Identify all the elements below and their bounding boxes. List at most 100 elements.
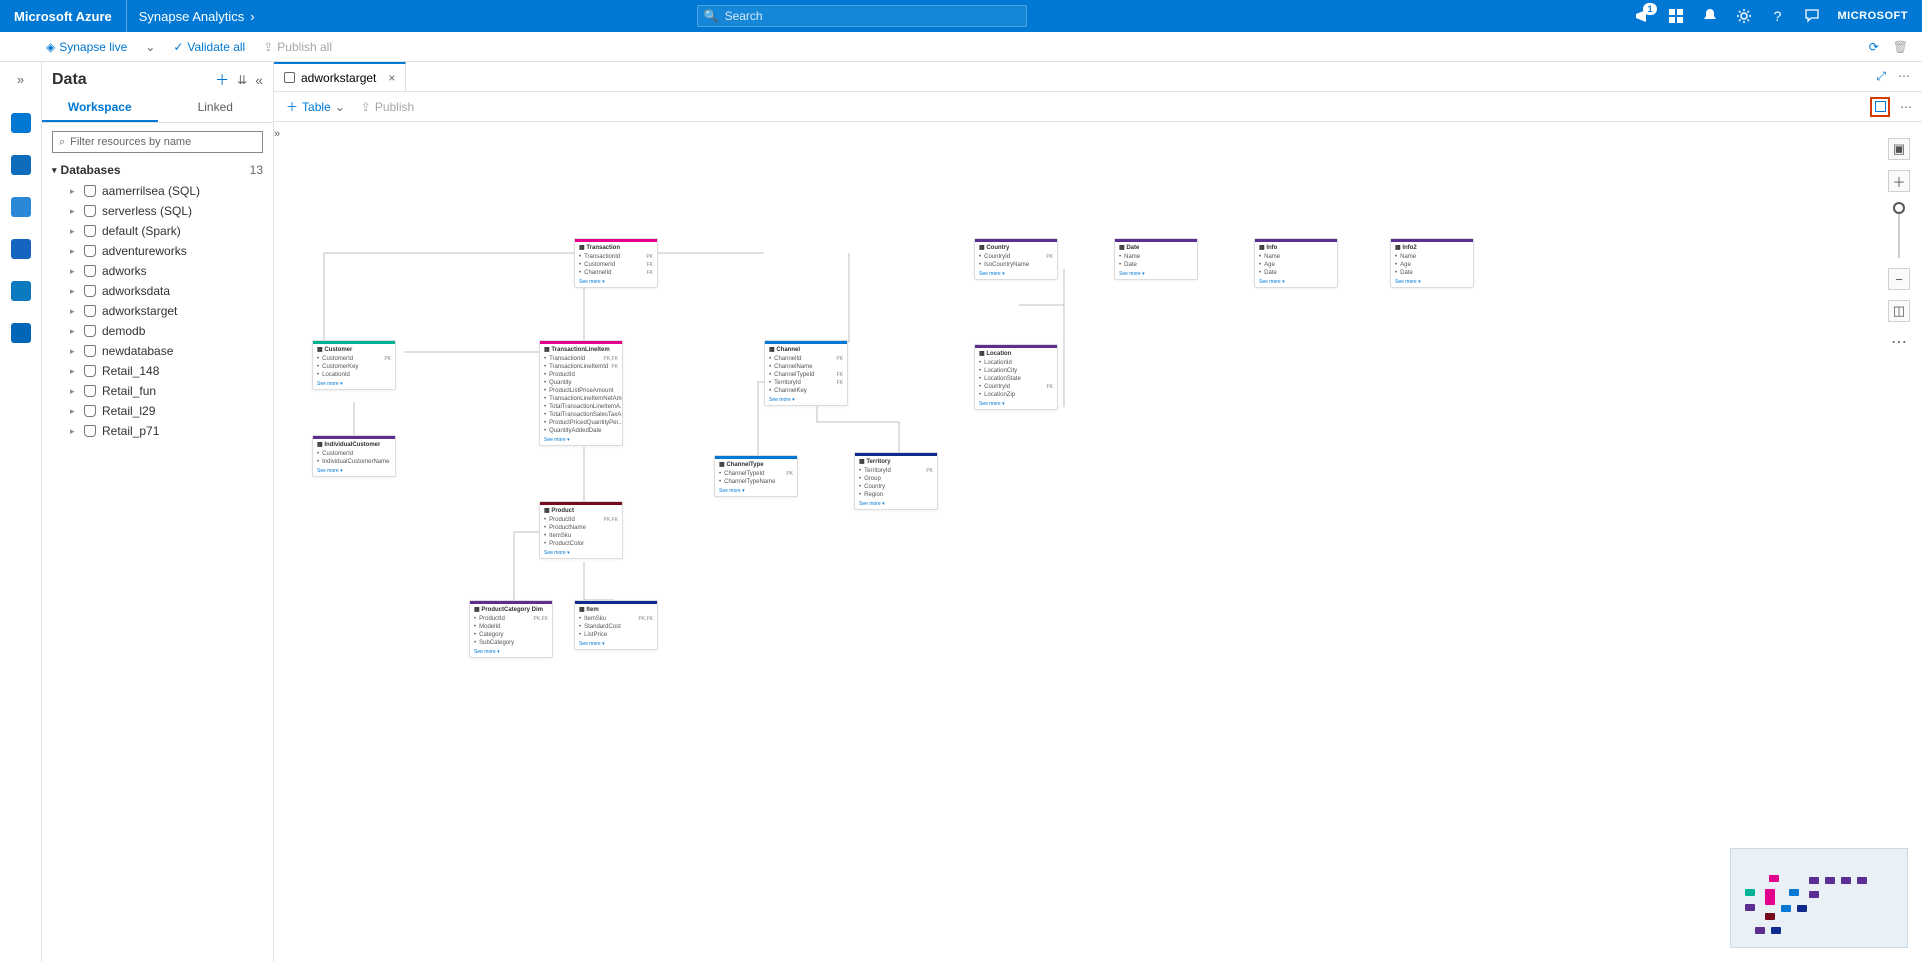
entity-card-txli[interactable]: ▦ TransactionLineItem•TransactionIdPK,FK… xyxy=(539,340,623,446)
entity-see-more[interactable]: See more ▾ xyxy=(1115,269,1197,279)
entity-see-more[interactable]: See more ▾ xyxy=(313,379,395,389)
add-table-button[interactable]: ＋ Table ⌄ xyxy=(286,98,345,115)
entity-see-more[interactable]: See more ▾ xyxy=(975,399,1057,409)
home-icon[interactable] xyxy=(11,113,31,133)
entity-card-transaction[interactable]: ▦ Transaction•TransactionIdPK•CustomerId… xyxy=(574,238,658,288)
layout-icon[interactable]: ◫ xyxy=(1888,300,1910,322)
brand-label[interactable]: Microsoft Azure xyxy=(0,0,127,32)
close-tab-icon[interactable]: × xyxy=(388,71,395,85)
manage-icon[interactable] xyxy=(11,323,31,343)
connection-mode[interactable]: ◈ Synapse live xyxy=(46,40,127,54)
collapse-all-icon[interactable]: ⇊ xyxy=(237,73,247,87)
publish-designer-button[interactable]: ⇪ Publish xyxy=(361,100,414,114)
er-diagram-canvas[interactable]: » ▣ ＋ − ◫ xyxy=(274,122,1922,962)
integrate-icon[interactable] xyxy=(11,239,31,259)
zoom-out-icon[interactable]: − xyxy=(1888,268,1910,290)
database-node[interactable]: ▸Retail_148 xyxy=(42,361,273,381)
feedback-icon[interactable] xyxy=(1804,8,1820,24)
zoom-slider[interactable] xyxy=(1898,202,1900,258)
data-hub-icon[interactable] xyxy=(11,155,31,175)
section-label: Databases xyxy=(61,163,121,177)
database-label: serverless (SQL) xyxy=(102,204,192,218)
database-node[interactable]: ▸adventureworks xyxy=(42,241,273,261)
azure-top-bar: Microsoft Azure Synapse Analytics › 🔍 Se… xyxy=(0,0,1922,32)
zoom-thumb[interactable] xyxy=(1893,202,1905,214)
database-node[interactable]: ▸Retail_fun xyxy=(42,381,273,401)
database-node[interactable]: ▸adworksdata xyxy=(42,281,273,301)
tab-more-icon[interactable]: ⋯ xyxy=(1898,69,1910,84)
collapse-panel-icon[interactable]: « xyxy=(255,72,263,88)
database-node[interactable]: ▸default (Spark) xyxy=(42,221,273,241)
discard-icon[interactable]: 🗑 xyxy=(1893,40,1908,54)
entity-card-item[interactable]: ▦ Item•ItemSkuPK,FK•StandardCost•ListPri… xyxy=(574,600,658,650)
entity-title: ▦ TransactionLineItem xyxy=(540,344,622,355)
help-icon[interactable]: ? xyxy=(1770,8,1786,24)
develop-icon[interactable] xyxy=(11,197,31,217)
deployments-icon[interactable] xyxy=(1668,8,1684,24)
database-node[interactable]: ▸adworks xyxy=(42,261,273,281)
entity-see-more[interactable]: See more ▾ xyxy=(975,269,1057,279)
refresh-icon[interactable]: ⟳ xyxy=(1869,40,1879,54)
entity-see-more[interactable]: See more ▾ xyxy=(715,486,797,496)
entity-see-more[interactable]: See more ▾ xyxy=(765,395,847,405)
monitor-icon[interactable] xyxy=(11,281,31,301)
entity-card-info[interactable]: ▦ Info•Name•Age•DateSee more ▾ xyxy=(1254,238,1338,288)
entity-card-channel[interactable]: ▦ Channel•ChannelIdPK•ChannelName•Channe… xyxy=(764,340,848,406)
database-node[interactable]: ▸demodb xyxy=(42,321,273,341)
database-node[interactable]: ▸adworkstarget xyxy=(42,301,273,321)
settings-icon[interactable] xyxy=(1736,8,1752,24)
entity-card-product[interactable]: ▦ Product•ProductIdPK,FK•ProductName•Ite… xyxy=(539,501,623,559)
entity-see-more[interactable]: See more ▾ xyxy=(313,466,395,476)
fit-view-icon[interactable]: ▣ xyxy=(1888,138,1910,160)
entity-see-more[interactable]: See more ▾ xyxy=(540,548,622,558)
database-node[interactable]: ▸newdatabase xyxy=(42,341,273,361)
announcements-icon[interactable]: 1 xyxy=(1634,8,1650,24)
view-script-button[interactable] xyxy=(1870,97,1890,117)
entity-card-indcust[interactable]: ▦ IndividualCustomer•CustomerId•Individu… xyxy=(312,435,396,477)
tab-workspace[interactable]: Workspace xyxy=(42,94,158,122)
entity-card-location[interactable]: ▦ Location•LocationId•LocationCity•Locat… xyxy=(974,344,1058,410)
database-node[interactable]: ▸aamerrilsea (SQL) xyxy=(42,181,273,201)
filter-input[interactable]: ⌕ Filter resources by name xyxy=(52,131,263,153)
entity-card-info2[interactable]: ▦ Info2•Name•Age•DateSee more ▾ xyxy=(1390,238,1474,288)
expand-rail-icon[interactable]: » xyxy=(17,72,24,87)
entity-see-more[interactable]: See more ▾ xyxy=(1391,277,1473,287)
add-resource-icon[interactable]: ＋ xyxy=(215,70,229,90)
entity-card-pcd[interactable]: ▦ ProductCategory Dim•ProductIdPK,FK•Mod… xyxy=(469,600,553,658)
chevron-down-icon[interactable]: ⌄ xyxy=(145,40,155,54)
entity-see-more[interactable]: See more ▾ xyxy=(855,499,937,509)
entity-card-chtype[interactable]: ▦ ChannelType•ChannelTypeIdPK•ChannelTyp… xyxy=(714,455,798,497)
zoom-in-icon[interactable]: ＋ xyxy=(1888,170,1910,192)
entity-see-more[interactable]: See more ▾ xyxy=(575,639,657,649)
canvas-minimap[interactable] xyxy=(1730,848,1908,948)
collapse-canvas-left-icon[interactable]: » xyxy=(274,128,288,140)
entity-card-terr[interactable]: ▦ Territory•TerritoryIdPK•Group•Country•… xyxy=(854,452,938,510)
notifications-icon[interactable] xyxy=(1702,8,1718,24)
database-node[interactable]: ▸Retail_p71 xyxy=(42,421,273,441)
expand-editor-icon[interactable]: ⤢ xyxy=(1876,69,1886,84)
database-label: Retail_fun xyxy=(102,384,156,398)
product-breadcrumb[interactable]: Synapse Analytics › xyxy=(127,9,267,24)
publish-all-button[interactable]: ⇪ Publish all xyxy=(263,40,332,54)
database-node[interactable]: ▸Retail_l29 xyxy=(42,401,273,421)
entity-card-customer[interactable]: ▦ Customer•CustomerIdPK•CustomerKey•Loca… xyxy=(312,340,396,390)
entity-card-date[interactable]: ▦ Date•Name•DateSee more ▾ xyxy=(1114,238,1198,280)
validate-all-button[interactable]: ✓ Validate all xyxy=(173,40,245,54)
entity-column: •ProductName xyxy=(540,524,622,532)
tab-linked[interactable]: Linked xyxy=(158,94,274,122)
entity-see-more[interactable]: See more ▾ xyxy=(540,435,622,445)
entity-see-more[interactable]: See more ▾ xyxy=(1255,277,1337,287)
account-label[interactable]: MICROSOFT xyxy=(1838,10,1909,22)
database-node[interactable]: ▸serverless (SQL) xyxy=(42,201,273,221)
canvas-more-icon[interactable]: ⋯ xyxy=(1891,332,1907,352)
entity-see-more[interactable]: See more ▾ xyxy=(470,647,552,657)
editor-tab-adworkstarget[interactable]: adworkstarget × xyxy=(274,62,406,91)
database-icon xyxy=(84,225,96,237)
database-icon xyxy=(84,205,96,217)
entity-see-more[interactable]: See more ▾ xyxy=(575,277,657,287)
chevron-right-icon: ▸ xyxy=(70,246,78,257)
databases-section-header[interactable]: ▾ Databases 13 xyxy=(42,159,273,181)
entity-card-country[interactable]: ▦ Country•CountryIdPK•IsoCountryNameSee … xyxy=(974,238,1058,280)
designer-more-icon[interactable]: ⋯ xyxy=(1900,100,1912,114)
global-search[interactable]: 🔍 Search xyxy=(697,5,1027,27)
